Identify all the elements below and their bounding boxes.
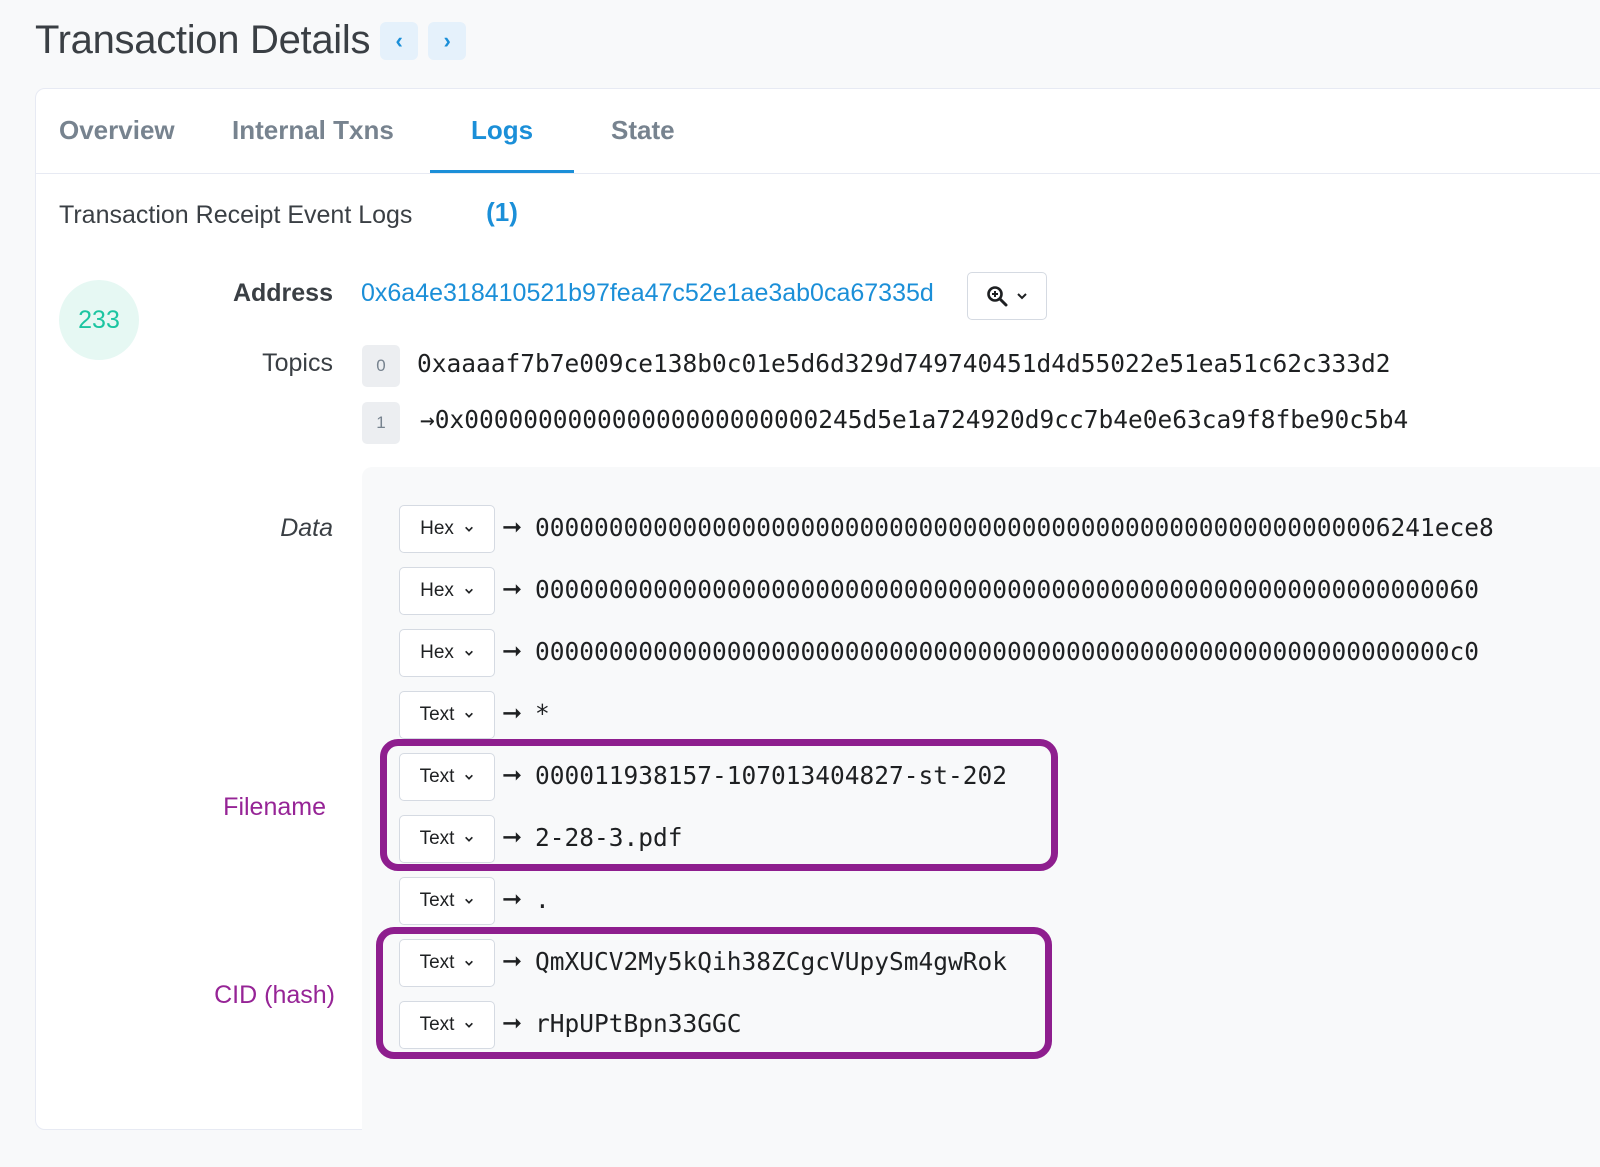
next-transaction-button[interactable]: › <box>428 21 467 60</box>
topic-arrow-icon: → <box>420 405 435 434</box>
data-value[interactable]: 0000000000000000000000000000000000000000… <box>535 513 1494 542</box>
address-search-button[interactable] <box>967 272 1047 320</box>
chevron-right-icon: › <box>443 27 451 53</box>
format-dropdown[interactable]: Text <box>399 691 495 739</box>
data-value[interactable]: . <box>535 885 550 914</box>
data-value[interactable]: * <box>535 699 550 728</box>
tab-logs[interactable]: Logs (1) <box>430 89 574 227</box>
transaction-card: Overview Internal Txns Logs (1) State Tr… <box>35 88 1600 1167</box>
arrow-right-icon: ➞ <box>502 700 523 727</box>
cid-annotation: CID (hash) <box>214 981 335 1009</box>
filename-annotation: Filename <box>223 793 326 821</box>
format-dropdown[interactable]: Hex <box>399 505 495 553</box>
chevron-left-icon: ‹ <box>395 27 403 53</box>
chevron-down-icon <box>465 898 474 904</box>
magnifier-zoom-icon <box>987 286 1008 307</box>
arrow-right-icon: ➞ <box>502 514 523 541</box>
tab-bar: Overview Internal Txns Logs (1) State <box>36 89 1600 227</box>
prev-transaction-button[interactable]: ‹ <box>380 21 419 60</box>
section-title: Transaction Receipt Event Logs <box>59 201 413 229</box>
tab-internal-txns[interactable]: Internal Txns <box>210 89 416 173</box>
topics-label: Topics <box>262 349 333 377</box>
tab-overview[interactable]: Overview <box>37 89 197 173</box>
address-label: Address <box>232 279 333 307</box>
chevron-down-icon <box>1017 293 1027 300</box>
format-dropdown[interactable]: Hex <box>399 629 495 677</box>
page-title: Transaction Details <box>35 18 371 62</box>
data-panel: Hex ➞ 0000000000000000000000000000000000… <box>362 467 1600 1167</box>
chevron-down-icon <box>464 526 473 532</box>
arrow-right-icon: ➞ <box>502 886 523 913</box>
topic-index: 1 <box>362 402 400 444</box>
arrow-right-icon: ➞ <box>502 576 523 603</box>
chevron-down-icon <box>465 712 474 718</box>
topic-value[interactable]: 0xaaaaf7b7e009ce138b0c01e5d6d329d7497404… <box>417 349 1391 378</box>
data-value[interactable]: 0000000000000000000000000000000000000000… <box>535 637 1479 666</box>
page-header: Transaction Details ‹ › <box>35 18 467 63</box>
filename-highlight <box>380 739 1058 871</box>
topic-index: 0 <box>362 345 400 387</box>
chevron-down-icon <box>464 650 473 656</box>
chevron-down-icon <box>464 588 473 594</box>
topic-value[interactable]: →0x000000000000000000000000245d5e1a72492… <box>420 405 1408 434</box>
arrow-right-icon: ➞ <box>502 638 523 665</box>
data-label: Data <box>280 514 333 542</box>
data-value[interactable]: 0000000000000000000000000000000000000000… <box>535 575 1479 604</box>
format-dropdown[interactable]: Hex <box>399 567 495 615</box>
address-link[interactable]: 0x6a4e318410521b97fea47c52e1ae3ab0ca6733… <box>361 279 934 308</box>
format-dropdown[interactable]: Text <box>399 877 495 925</box>
cid-highlight <box>376 927 1052 1059</box>
tab-state[interactable]: State <box>589 89 697 173</box>
